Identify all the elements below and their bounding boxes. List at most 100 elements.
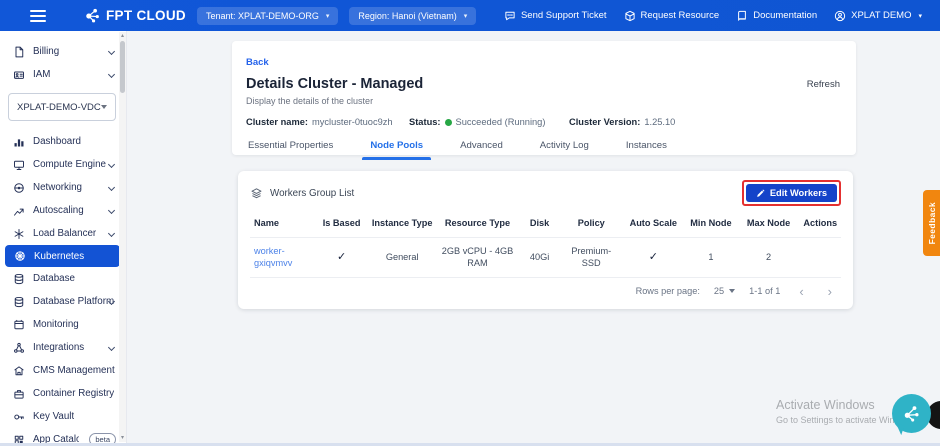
worker-name-link[interactable]: worker-gxiqvmvv: [254, 246, 292, 268]
sidebar-scrollbar[interactable]: ▴ ▾: [119, 32, 126, 442]
scrollbar-thumb[interactable]: [120, 41, 125, 93]
network-globe-icon: [13, 182, 25, 194]
key-icon: [13, 411, 25, 423]
sidebar-item-app-catalogs[interactable]: App Catalogs beta: [0, 428, 126, 443]
status-value: Succeeded (Running): [456, 117, 546, 127]
col-actions[interactable]: Actions: [800, 210, 841, 238]
col-is-based[interactable]: Is Based: [315, 210, 368, 238]
cms-building-icon: [13, 365, 25, 377]
book-icon: [736, 10, 748, 22]
beta-badge: beta: [89, 433, 116, 443]
back-link[interactable]: Back: [246, 57, 269, 68]
chevron-down-icon: [108, 207, 115, 214]
dashboard-bars-icon: [13, 136, 25, 148]
load-balancer-icon: [13, 228, 25, 240]
fpt-molecule-icon: [84, 7, 101, 24]
scaling-chart-icon: [13, 205, 25, 217]
sidebar-navigation: Billing IAM XPLAT-DEMO-VDC Dashboard Com…: [0, 31, 127, 443]
scroll-down-icon[interactable]: ▾: [119, 434, 126, 442]
cluster-details-header-card: Back Details Cluster - Managed Refresh D…: [232, 41, 856, 155]
chevron-down-icon: ▾: [326, 12, 330, 20]
support-chat-icon: [504, 10, 516, 22]
sidebar-item-monitoring[interactable]: Monitoring: [0, 313, 126, 336]
min-node-cell: 1: [684, 238, 737, 278]
cluster-name-value: mycluster-0tuoc9zh: [312, 117, 393, 127]
cluster-name-label: Cluster name:: [246, 117, 308, 127]
workers-group-list-title: Workers Group List: [250, 187, 354, 200]
col-min-node[interactable]: Min Node: [684, 210, 737, 238]
instance-type-cell: General: [368, 238, 436, 278]
sidebar-item-iam[interactable]: IAM: [0, 63, 126, 86]
sidebar-item-key-vault[interactable]: Key Vault: [0, 405, 126, 428]
region-selector[interactable]: Region: Hanoi (Vietnam) ▾: [349, 7, 476, 25]
vdc-selector[interactable]: XPLAT-DEMO-VDC: [8, 93, 116, 121]
table-header-row: Name Is Based Instance Type Resource Typ…: [250, 210, 841, 238]
max-node-cell: 2: [738, 238, 800, 278]
chevron-down-icon: [108, 230, 115, 237]
policy-cell: Premium-SSD: [560, 238, 622, 278]
chevron-down-icon: [101, 105, 107, 109]
workers-group-card: Workers Group List Edit Workers Name Is …: [238, 171, 853, 309]
page-subtitle: Display the details of the cluster: [246, 96, 840, 106]
next-page-button[interactable]: ›: [823, 284, 837, 299]
previous-page-button[interactable]: ‹: [794, 284, 808, 299]
sidebar-item-kubernetes[interactable]: Kubernetes: [5, 245, 120, 267]
tab-node-pools[interactable]: Node Pools: [368, 140, 425, 160]
cluster-tabs: Essential Properties Node Pools Advanced…: [246, 140, 840, 160]
sidebar-item-compute-engine[interactable]: Compute Engine: [0, 153, 126, 176]
sidebar-item-networking[interactable]: Networking: [0, 176, 126, 199]
page-title: Details Cluster - Managed: [246, 76, 423, 92]
tab-instances[interactable]: Instances: [624, 140, 669, 160]
briefcase-icon: [13, 388, 25, 400]
col-name[interactable]: Name: [250, 210, 315, 238]
disk-cell: 40Gi: [519, 238, 560, 278]
edit-workers-button[interactable]: Edit Workers: [746, 184, 837, 202]
request-resource-link[interactable]: Request Resource: [624, 10, 720, 22]
actions-cell: [800, 238, 841, 278]
feedback-tab[interactable]: Feedback: [923, 190, 940, 256]
chevron-down-icon: ▾: [464, 12, 468, 20]
sidebar-item-billing[interactable]: Billing: [0, 40, 126, 63]
tab-activity-log[interactable]: Activity Log: [538, 140, 591, 160]
documentation-link[interactable]: Documentation: [736, 10, 817, 22]
id-card-icon: [13, 69, 25, 81]
workers-layers-icon: [250, 187, 263, 200]
top-navigation-bar: FPT CLOUD Tenant: XPLAT-DEMO-ORG ▾ Regio…: [0, 0, 940, 31]
menu-hamburger-icon[interactable]: [30, 10, 46, 22]
fpt-molecule-icon: [902, 404, 921, 423]
col-policy[interactable]: Policy: [560, 210, 622, 238]
sidebar-item-cms-management[interactable]: CMS Management: [0, 359, 126, 382]
col-instance-type[interactable]: Instance Type: [368, 210, 436, 238]
fpt-cloud-logo[interactable]: FPT CLOUD: [84, 7, 186, 24]
sidebar-item-autoscaling[interactable]: Autoscaling: [0, 199, 126, 222]
user-menu[interactable]: XPLAT DEMO ▾: [834, 10, 922, 22]
sidebar-item-database-platform[interactable]: Database Platform: [0, 290, 126, 313]
status-green-dot-icon: [445, 119, 452, 126]
sidebar-item-dashboard[interactable]: Dashboard: [0, 130, 126, 153]
col-auto-scale[interactable]: Auto Scale: [622, 210, 684, 238]
scroll-up-icon[interactable]: ▴: [119, 32, 126, 40]
rows-per-page-select[interactable]: 25: [714, 286, 735, 296]
sidebar-item-database[interactable]: Database: [0, 267, 126, 290]
refresh-button[interactable]: Refresh: [807, 79, 840, 90]
send-support-ticket-link[interactable]: Send Support Ticket: [504, 10, 607, 22]
pencil-icon: [756, 189, 765, 198]
app-window: FPT CLOUD Tenant: XPLAT-DEMO-ORG ▾ Regio…: [0, 0, 940, 446]
col-disk[interactable]: Disk: [519, 210, 560, 238]
resource-box-icon: [624, 10, 636, 22]
col-max-node[interactable]: Max Node: [738, 210, 800, 238]
chevron-down-icon: [108, 344, 115, 351]
topbar-links: Send Support Ticket Request Resource Doc…: [504, 10, 940, 22]
tab-advanced[interactable]: Advanced: [458, 140, 505, 160]
tenant-selector[interactable]: Tenant: XPLAT-DEMO-ORG ▾: [197, 7, 338, 25]
kubernetes-helm-icon: [14, 250, 26, 262]
brand-name: FPT CLOUD: [106, 8, 186, 23]
col-resource-type[interactable]: Resource Type: [436, 210, 519, 238]
sidebar-item-integrations[interactable]: Integrations: [0, 336, 126, 359]
tab-essential-properties[interactable]: Essential Properties: [246, 140, 335, 160]
app-grid-icon: [13, 434, 25, 444]
sidebar-item-load-balancer[interactable]: Load Balancer: [0, 222, 126, 245]
support-chat-bubble-button[interactable]: [892, 394, 931, 433]
sidebar-item-container-registry[interactable]: Container Registry: [0, 382, 126, 405]
pagination-range: 1-1 of 1: [749, 286, 780, 296]
